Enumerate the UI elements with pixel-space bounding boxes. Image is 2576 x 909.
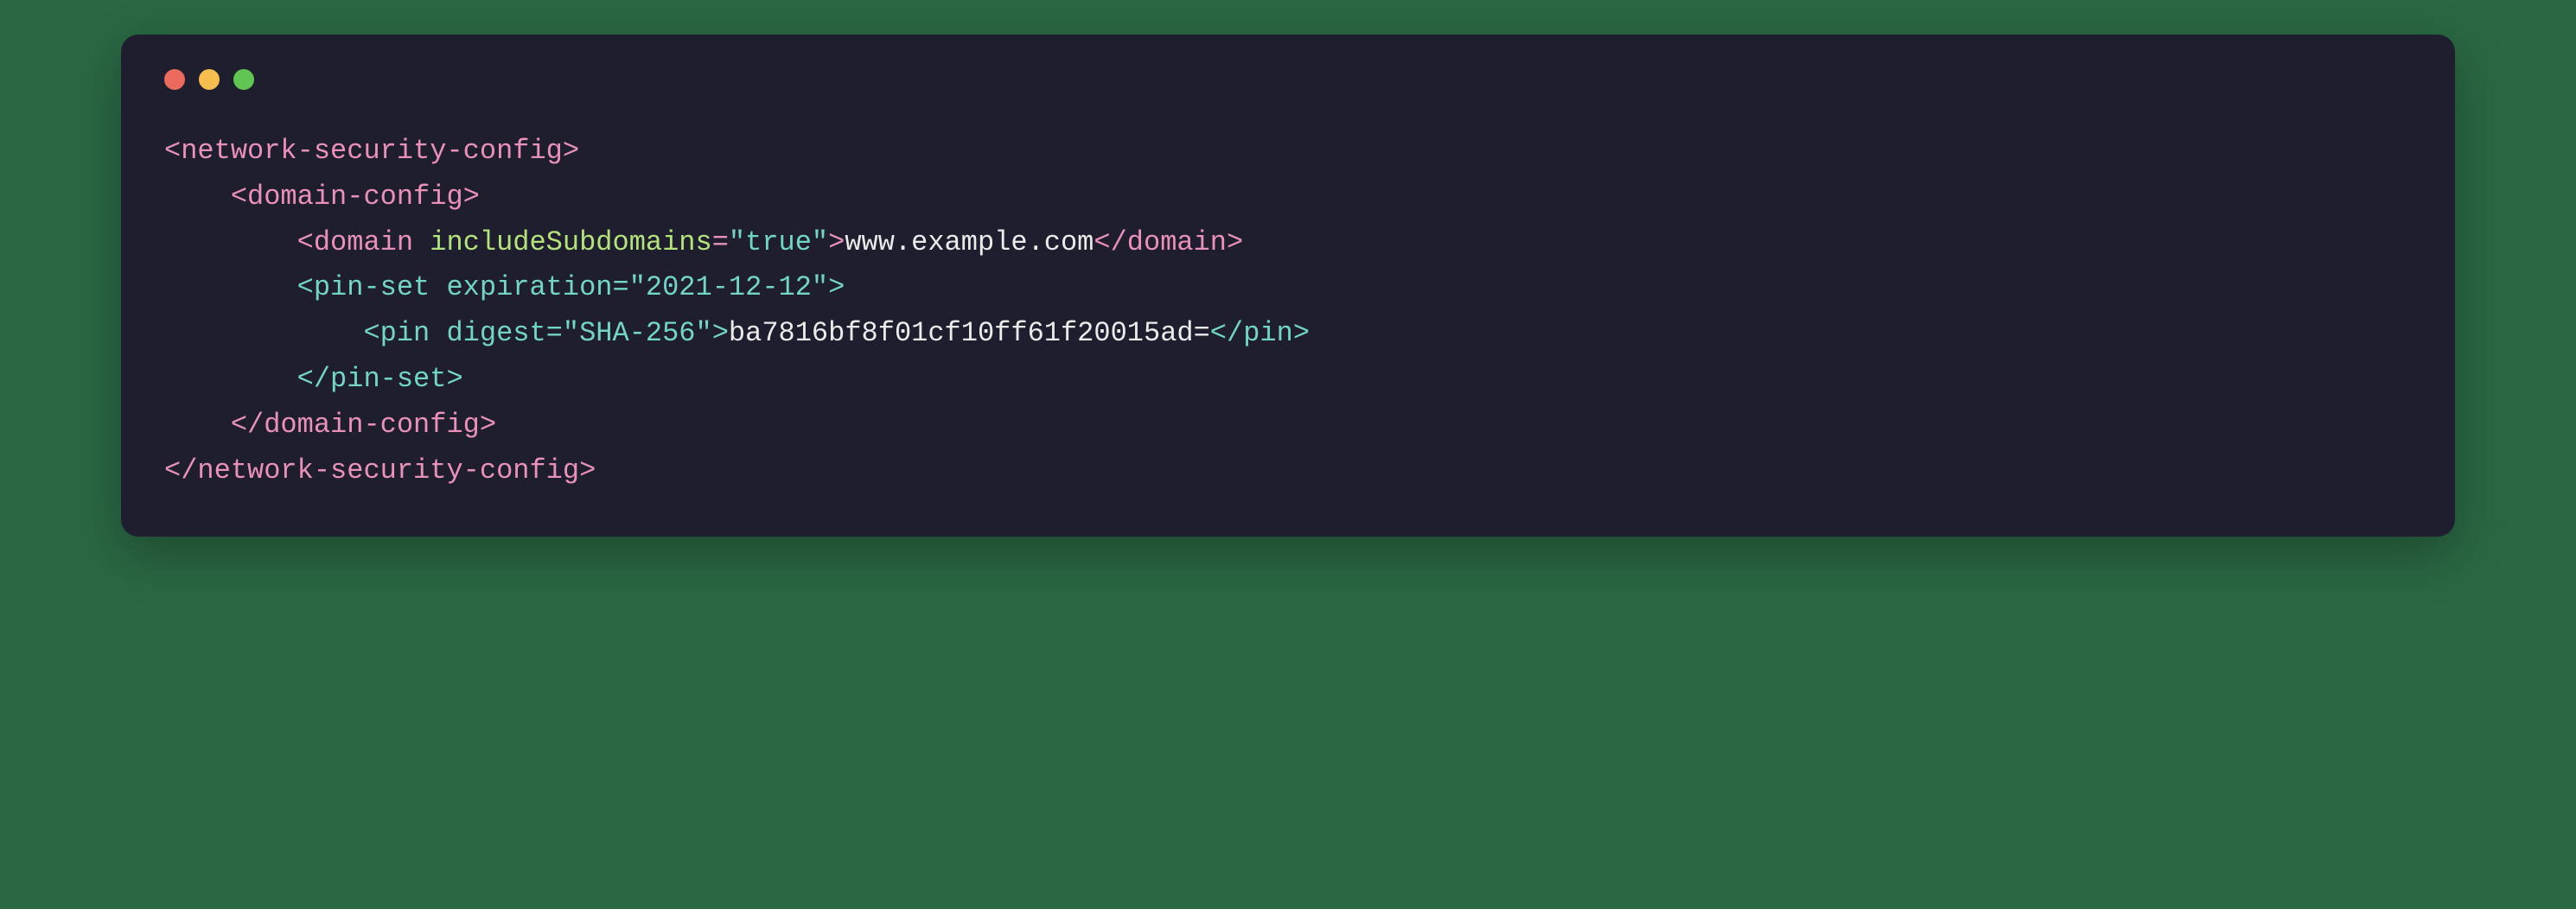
tag-domain-config-close: </domain-config> [231,409,496,441]
attr-expiration: expiration [446,271,612,303]
tag-root-close: </network-security-config> [164,454,596,486]
indent [164,363,297,395]
minimize-icon[interactable] [199,69,220,90]
maximize-icon[interactable] [233,69,254,90]
equals: = [712,226,729,258]
tag-pin-open-left: <pin [363,317,446,349]
tag-root-open: <network-security-config> [164,135,579,167]
window-controls [164,69,2412,90]
attr-digest: digest [446,317,545,349]
attr-includeSubdomains: includeSubdomains [430,226,711,258]
code-content: <network-security-config> <domain-config… [164,129,2412,493]
tag-pinset-close: </pin-set> [297,363,463,395]
close-icon[interactable] [164,69,185,90]
tag-domain-close: </domain> [1094,226,1243,258]
indent [164,226,297,258]
pin-text: ba7816bf8f01cf10ff61f20015ad= [729,317,1210,349]
indent [164,317,363,349]
tag-pinset-open-left: <pin-set [297,271,447,303]
indent [164,271,297,303]
indent [164,409,231,441]
tag-close-bracket: > [828,226,845,258]
domain-text: www.example.com [845,226,1094,258]
attr-value-expiration: ="2021-12-12"> [612,271,845,303]
code-window: <network-security-config> <domain-config… [121,35,2455,537]
tag-domain-open-left: <domain [297,226,430,258]
attr-value-digest: ="SHA-256"> [546,317,729,349]
tag-domain-config-open: <domain-config> [231,181,480,213]
tag-pin-close: </pin> [1210,317,1310,349]
attr-value-true: "true" [729,226,828,258]
indent [164,181,231,213]
